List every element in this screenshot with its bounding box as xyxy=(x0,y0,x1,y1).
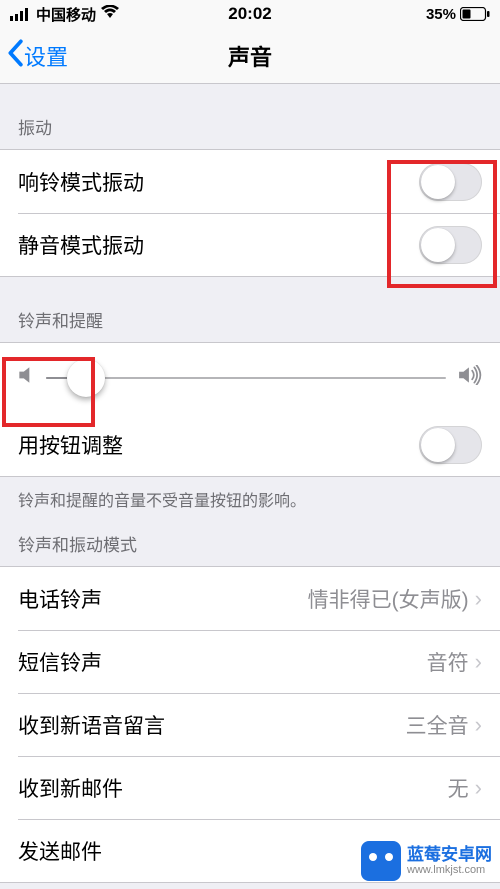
row-ringtone[interactable]: 电话铃声 情非得已(女声版)› xyxy=(0,567,500,630)
speaker-high-icon xyxy=(458,365,482,391)
row-volume-slider xyxy=(0,343,500,413)
toggle-silent-vibrate[interactable] xyxy=(419,226,482,264)
chevron-right-icon: › xyxy=(475,649,482,675)
row-value: 三全音› xyxy=(406,710,482,740)
row-new-mail[interactable]: 收到新邮件 无› xyxy=(0,756,500,819)
section-header-vibration: 振动 xyxy=(0,84,500,149)
chevron-right-icon: › xyxy=(475,712,482,738)
row-value: 情非得已(女声版)› xyxy=(308,584,482,614)
row-voicemail[interactable]: 收到新语音留言 三全音› xyxy=(0,693,500,756)
watermark: 蓝莓安卓网 www.lmkjst.com xyxy=(361,841,492,881)
toggle-button-adjust[interactable] xyxy=(419,426,482,464)
speaker-low-icon xyxy=(18,365,34,391)
section-header-ringer: 铃声和提醒 xyxy=(0,277,500,342)
row-value: 音符› xyxy=(427,647,482,677)
slider-thumb[interactable] xyxy=(67,359,105,397)
section-footer-ringer: 铃声和提醒的音量不受音量按钮的影响。 xyxy=(0,477,500,511)
section-header-patterns: 铃声和振动模式 xyxy=(0,511,500,566)
group-ringer: 用按钮调整 xyxy=(0,342,500,477)
row-label: 响铃模式振动 xyxy=(18,167,144,197)
row-button-adjust: 用按钮调整 xyxy=(0,413,500,476)
status-bar: 中国移动 20:02 35% xyxy=(0,0,500,28)
android-robot-icon xyxy=(361,841,401,881)
status-time: 20:02 xyxy=(0,4,500,24)
page-title: 声音 xyxy=(228,40,272,72)
back-button[interactable]: 设置 xyxy=(6,39,68,73)
row-text-tone[interactable]: 短信铃声 音符› xyxy=(0,630,500,693)
toggle-ring-vibrate[interactable] xyxy=(419,163,482,201)
chevron-right-icon: › xyxy=(475,775,482,801)
row-label: 收到新邮件 xyxy=(18,773,123,803)
row-ring-vibrate: 响铃模式振动 xyxy=(0,150,500,213)
row-label: 用按钮调整 xyxy=(18,430,123,460)
row-silent-vibrate: 静音模式振动 xyxy=(0,213,500,276)
back-label: 设置 xyxy=(24,40,68,72)
chevron-right-icon: › xyxy=(475,586,482,612)
nav-bar: 设置 声音 xyxy=(0,28,500,84)
volume-slider[interactable] xyxy=(46,377,446,379)
row-value: 无› xyxy=(448,773,482,803)
group-patterns: 电话铃声 情非得已(女声版)› 短信铃声 音符› 收到新语音留言 三全音› 收到… xyxy=(0,566,500,883)
row-label: 电话铃声 xyxy=(18,584,102,614)
row-label: 收到新语音留言 xyxy=(18,710,165,740)
row-label: 静音模式振动 xyxy=(18,230,144,260)
row-label: 短信铃声 xyxy=(18,647,102,677)
watermark-url: www.lmkjst.com xyxy=(407,864,492,876)
chevron-left-icon xyxy=(6,39,24,73)
group-vibration: 响铃模式振动 静音模式振动 xyxy=(0,149,500,277)
row-label: 发送邮件 xyxy=(18,836,102,866)
watermark-title: 蓝莓安卓网 xyxy=(407,846,492,865)
